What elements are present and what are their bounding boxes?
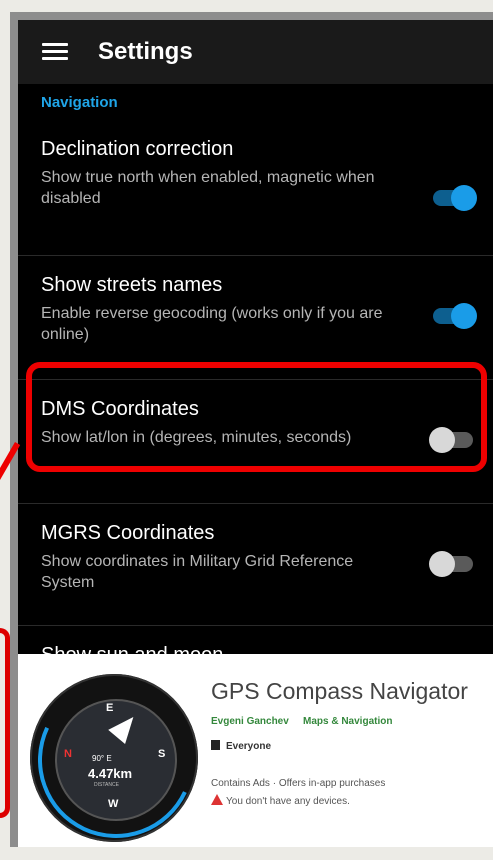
setting-title: Declination correction bbox=[41, 138, 234, 160]
warning-text: You don't have any devices. bbox=[226, 796, 350, 807]
compass-south-label: W bbox=[108, 798, 119, 810]
compass-north-label: E bbox=[106, 702, 114, 714]
highlight-box bbox=[26, 362, 487, 472]
category-link[interactable]: Maps & Navigation bbox=[303, 716, 392, 727]
setting-subtitle: Enable reverse geocoding (works only if … bbox=[41, 305, 383, 343]
page-title: Settings bbox=[98, 38, 193, 65]
declination-toggle[interactable] bbox=[433, 185, 477, 211]
toggle-knob bbox=[451, 185, 477, 211]
section-header-navigation: Navigation bbox=[41, 94, 118, 111]
compass-distance-label: DISTANCE bbox=[94, 782, 119, 788]
toggle-knob bbox=[451, 303, 477, 329]
setting-declination-correction[interactable]: Declination correction Show true north w… bbox=[18, 120, 493, 256]
streets-names-toggle[interactable] bbox=[433, 303, 477, 329]
app-bar: Settings bbox=[18, 20, 493, 84]
ads-notice: Contains Ads · Offers in-app purchases bbox=[211, 778, 386, 789]
setting-subtitle: Show true north when enabled, magnetic w… bbox=[41, 169, 375, 207]
warning-icon bbox=[211, 794, 223, 805]
compass-east-label: S bbox=[158, 748, 166, 760]
play-store-card[interactable]: E N S W 90° E 4.47km DISTANCE GPS Compas… bbox=[16, 654, 493, 860]
compass-distance: 4.47km bbox=[88, 766, 133, 781]
settings-screen: Settings Navigation Declination correcti… bbox=[18, 20, 493, 666]
setting-subtitle: Show coordinates in Military Grid Refere… bbox=[41, 553, 354, 591]
compass-west-label: N bbox=[64, 748, 72, 760]
setting-mgrs-coordinates[interactable]: MGRS Coordinates Show coordinates in Mil… bbox=[18, 504, 493, 626]
hamburger-menu-icon[interactable] bbox=[42, 42, 68, 62]
annotation-bracket bbox=[0, 628, 10, 818]
setting-title: MGRS Coordinates bbox=[41, 522, 215, 544]
toggle-knob bbox=[429, 551, 455, 577]
developer-link[interactable]: Evgeni Ganchev bbox=[211, 716, 289, 727]
content-rating: Everyone bbox=[211, 740, 271, 752]
rating-icon bbox=[211, 740, 220, 750]
mgrs-toggle[interactable] bbox=[429, 551, 473, 577]
setting-title: Show streets names bbox=[41, 274, 223, 296]
app-title[interactable]: GPS Compass Navigator bbox=[211, 678, 468, 705]
compass-degree: 90° E bbox=[92, 754, 112, 763]
app-icon-compass: E N S W 90° E 4.47km DISTANCE bbox=[16, 660, 216, 860]
device-warning: You don't have any devices. bbox=[211, 794, 350, 807]
rating-label: Everyone bbox=[226, 741, 272, 752]
